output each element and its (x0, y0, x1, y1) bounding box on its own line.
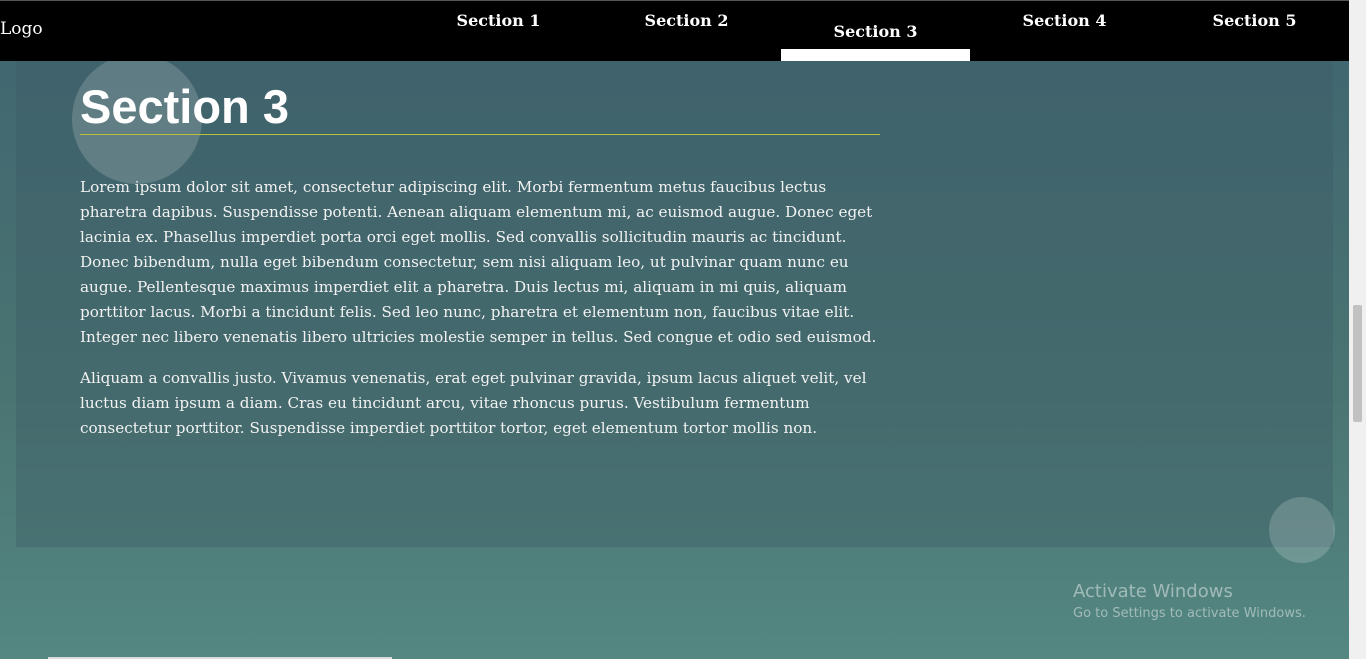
top-navigation: Logo Section 1 Section 2 Section 3 Secti… (0, 0, 1349, 61)
section-title: Section 3 (80, 80, 880, 135)
section-paragraph: Aliquam a convallis justo. Vivamus venen… (80, 369, 867, 437)
nav-item-label: Section 5 (1212, 11, 1297, 30)
nav-item-section-3[interactable]: Section 3 (781, 1, 970, 61)
decorative-circle (1269, 497, 1335, 563)
nav-item-section-5[interactable]: Section 5 (1160, 1, 1349, 61)
section-paragraph: Lorem ipsum dolor sit amet, consectetur … (80, 178, 877, 346)
vertical-scrollbar[interactable] (1349, 0, 1366, 659)
scrollbar-thumb[interactable] (1353, 305, 1362, 422)
nav-item-label: Section 4 (1022, 11, 1107, 30)
nav-item-label: Section 2 (644, 11, 729, 30)
nav-item-section-4[interactable]: Section 4 (970, 1, 1159, 61)
page: Logo Section 1 Section 2 Section 3 Secti… (0, 0, 1349, 659)
nav-item-section-2[interactable]: Section 2 (592, 1, 781, 61)
logo[interactable]: Logo (0, 19, 43, 39)
nav-item-label: Section 1 (456, 11, 541, 30)
nav-item-section-1[interactable]: Section 1 (404, 1, 593, 61)
section-content: Section 3 Lorem ipsum dolor sit amet, co… (80, 80, 880, 441)
activate-windows-watermark: Activate Windows Go to Settings to activ… (1073, 581, 1306, 621)
nav-item-label: Section 3 (833, 22, 918, 41)
watermark-title: Activate Windows (1073, 581, 1233, 602)
watermark-subtitle: Go to Settings to activate Windows. (1073, 606, 1306, 621)
